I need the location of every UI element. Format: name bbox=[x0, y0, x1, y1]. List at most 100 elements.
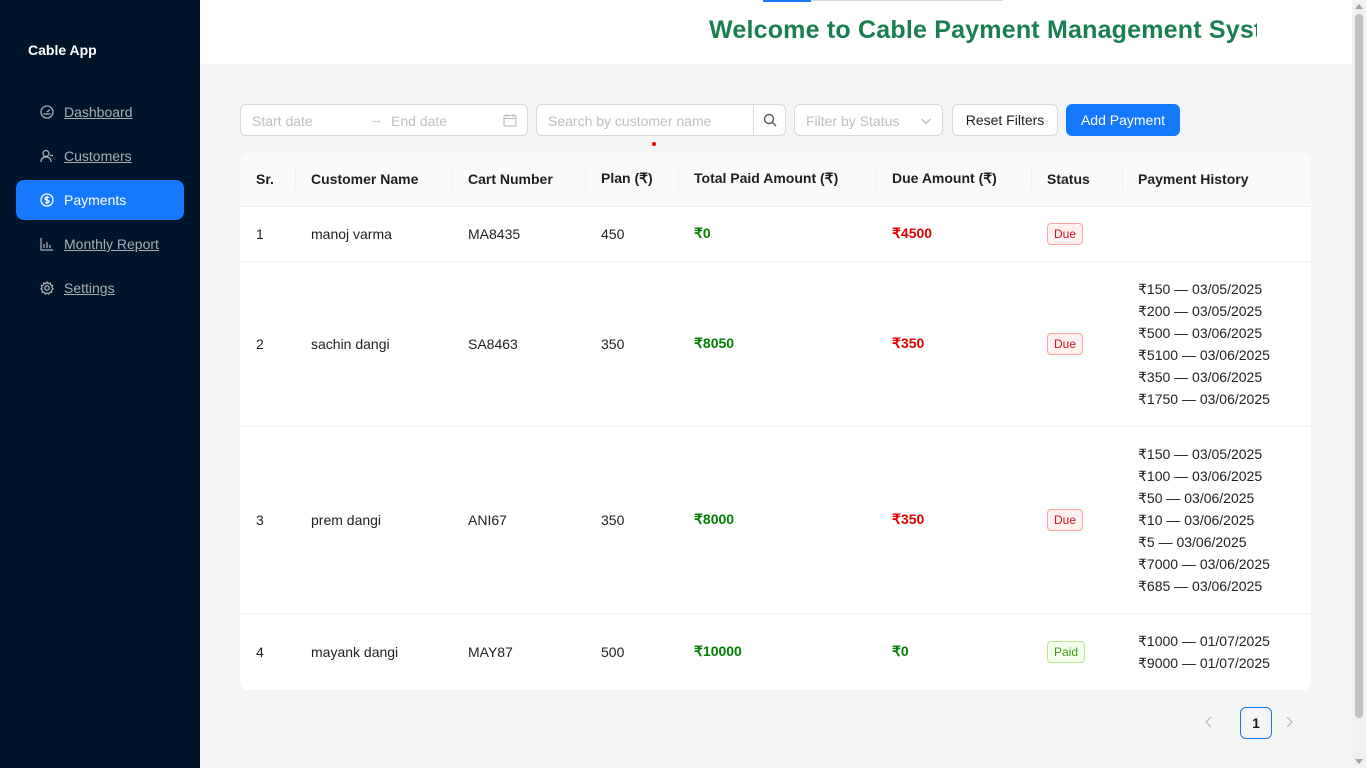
status-badge: Due bbox=[1047, 222, 1084, 245]
cell-plan: 500 bbox=[601, 643, 625, 660]
cell-customer-name: prem dangi bbox=[295, 426, 452, 614]
scroll-down-icon[interactable] bbox=[1355, 759, 1363, 764]
chevron-right-icon[interactable] bbox=[1284, 715, 1294, 732]
cell-status: Due bbox=[1031, 206, 1122, 262]
col-due-amount[interactable]: Due Amount (₹) bbox=[876, 152, 1031, 207]
sidebar-item-label: Settings bbox=[64, 280, 115, 296]
chevron-down-icon bbox=[920, 114, 932, 130]
page-header: Welcome to Cable Payment Management Syst… bbox=[200, 0, 1352, 64]
history-entry: ₹50 — 03/06/2025 bbox=[1138, 489, 1255, 506]
col-sr[interactable]: Sr. bbox=[240, 152, 295, 207]
scrollbar-thumb[interactable] bbox=[1355, 14, 1363, 718]
col-total-paid[interactable]: Total Paid Amount (₹) bbox=[678, 152, 876, 207]
history-entry: ₹5 — 03/06/2025 bbox=[1138, 533, 1247, 550]
search-button[interactable] bbox=[753, 104, 785, 136]
sidebar-item-customers[interactable]: Customers bbox=[16, 136, 184, 176]
sidebar-item-label: Customers bbox=[64, 148, 132, 164]
page-scrollbar[interactable] bbox=[1352, 0, 1366, 768]
sidebar-item-monthly-report[interactable]: Monthly Report bbox=[16, 224, 184, 264]
sidebar-nav: Dashboard Customers Payments Monthly Rep… bbox=[16, 92, 184, 312]
cell-due-amount: ₹4500 bbox=[876, 206, 1031, 262]
sidebar-item-label: Monthly Report bbox=[64, 236, 159, 252]
table-row[interactable]: 3 prem dangi ANI67 350 ₹8000 ₹350 Due ₹1… bbox=[240, 426, 1311, 614]
cell-payment-history: ₹150 — 03/05/2025 ₹100 — 03/06/2025 ₹50 … bbox=[1122, 426, 1311, 614]
bar-chart-icon bbox=[40, 238, 53, 251]
add-payment-button[interactable]: Add Payment bbox=[1066, 104, 1180, 136]
arrow-right-icon: → bbox=[369, 111, 383, 127]
cell-customer-name: sachin dangi bbox=[295, 261, 452, 427]
col-payment-history[interactable]: Payment History bbox=[1122, 152, 1311, 207]
cell-plan: 350 bbox=[585, 261, 678, 427]
cell-status: Due bbox=[1031, 426, 1122, 614]
payments-table: Sr. Customer Name Cart Number Plan (₹) T… bbox=[240, 142, 1311, 690]
status-filter-select[interactable]: Filter by Status bbox=[794, 104, 943, 136]
date-range-picker[interactable]: Start date → End date bbox=[240, 104, 528, 136]
cell-cart-number: MAY87 bbox=[468, 643, 513, 660]
cell-cart-number: SA8463 bbox=[452, 261, 585, 427]
history-entry: ₹150 — 03/05/2025 bbox=[1138, 445, 1263, 462]
sidebar-item-payments[interactable]: Payments bbox=[16, 180, 184, 220]
cell-plan: 450 bbox=[585, 206, 678, 262]
page-title: Welcome to Cable Payment Management Syst… bbox=[709, 16, 1257, 44]
due-amount-value: ₹350 bbox=[892, 335, 925, 351]
start-date-input[interactable]: Start date bbox=[252, 113, 313, 129]
dashboard-icon bbox=[40, 105, 54, 119]
history-entry: ₹685 — 03/06/2025 bbox=[1138, 577, 1263, 594]
gear-icon bbox=[40, 281, 54, 295]
user-icon bbox=[40, 149, 53, 163]
cell-payment-history: ₹150 — 03/05/2025 ₹200 — 03/05/2025 ₹500… bbox=[1122, 261, 1311, 427]
header-active-indicator bbox=[763, 0, 811, 2]
cell-due-amount: ₹350 bbox=[876, 426, 1031, 614]
col-status[interactable]: Status bbox=[1031, 152, 1122, 207]
table-row[interactable]: 4 mayank dangi MAY87 500 ₹10000 ₹0 Paid … bbox=[240, 613, 1311, 690]
history-entry: ₹9000 — 01/07/2025 bbox=[1138, 654, 1270, 671]
col-cart-number[interactable]: Cart Number bbox=[452, 152, 585, 207]
cell-payment-history bbox=[1122, 206, 1311, 262]
history-entry: ₹150 — 03/05/2025 bbox=[1138, 280, 1263, 297]
page-button[interactable]: 1 bbox=[1240, 707, 1272, 739]
cell-cart-number: MA8435 bbox=[452, 206, 585, 262]
cell-due-amount: ₹350 bbox=[652, 142, 1031, 427]
status-filter-placeholder: Filter by Status bbox=[806, 113, 900, 129]
cell-status: Due bbox=[1031, 261, 1122, 427]
history-entry: ₹5100 — 03/06/2025 bbox=[1138, 346, 1270, 363]
history-entry: ₹200 — 03/05/2025 bbox=[1138, 302, 1263, 319]
cell-total-paid: ₹0 bbox=[678, 206, 876, 262]
sidebar: Cable App Dashboard Customers Payments M… bbox=[0, 0, 200, 768]
sidebar-item-settings[interactable]: Settings bbox=[16, 268, 184, 308]
cell-customer-name: mayank dangi bbox=[311, 643, 399, 660]
end-date-input[interactable]: End date bbox=[391, 113, 447, 129]
scroll-up-icon[interactable] bbox=[1355, 4, 1363, 9]
col-plan[interactable]: Plan (₹) bbox=[585, 152, 678, 207]
status-badge: Paid bbox=[1047, 640, 1086, 663]
history-entry: ₹100 — 03/06/2025 bbox=[1138, 467, 1263, 484]
app-brand: Cable App bbox=[28, 42, 97, 58]
search-box: Search by customer name bbox=[536, 104, 786, 136]
cell-status: Paid bbox=[1031, 613, 1122, 690]
sidebar-item-label: Payments bbox=[64, 192, 127, 208]
cell-sr: 3 bbox=[240, 426, 295, 614]
history-entry: ₹10 — 03/06/2025 bbox=[1138, 511, 1255, 528]
sidebar-item-dashboard[interactable]: Dashboard bbox=[16, 92, 184, 132]
history-entry: ₹1000 — 01/07/2025 bbox=[1138, 632, 1270, 649]
col-customer-name[interactable]: Customer Name bbox=[295, 152, 452, 207]
cell-sr: 4 bbox=[256, 643, 264, 660]
cell-cart-number: ANI67 bbox=[452, 426, 585, 614]
search-icon bbox=[763, 113, 776, 127]
history-entry: ₹7000 — 03/06/2025 bbox=[1138, 555, 1270, 572]
table-row[interactable]: 2 sachin dangi SA8463 350 ₹8050 ₹350 Due… bbox=[240, 142, 1311, 427]
cell-total-paid: ₹8050 bbox=[678, 261, 876, 427]
cell-plan: 350 bbox=[585, 426, 678, 614]
chevron-left-icon[interactable] bbox=[1204, 715, 1214, 732]
history-entry: ₹1750 — 03/06/2025 bbox=[1138, 390, 1270, 407]
search-input[interactable]: Search by customer name bbox=[548, 113, 711, 129]
cell-sr: 1 bbox=[240, 206, 295, 262]
cell-payment-history: ₹1000 — 01/07/2025 ₹9000 — 01/07/2025 bbox=[1122, 613, 1311, 690]
table-header-row: Sr. Customer Name Cart Number Plan (₹) T… bbox=[240, 152, 1311, 207]
status-badge: Due bbox=[1047, 508, 1084, 531]
cell-due-amount: ₹0 bbox=[892, 643, 909, 660]
reset-filters-button[interactable]: Reset Filters bbox=[952, 104, 1058, 136]
table-row[interactable]: 1 manoj varma MA8435 450 ₹0 ₹4500 Due bbox=[240, 206, 1311, 262]
dollar-icon bbox=[40, 193, 54, 207]
cell-total-paid: ₹8000 bbox=[678, 426, 876, 614]
